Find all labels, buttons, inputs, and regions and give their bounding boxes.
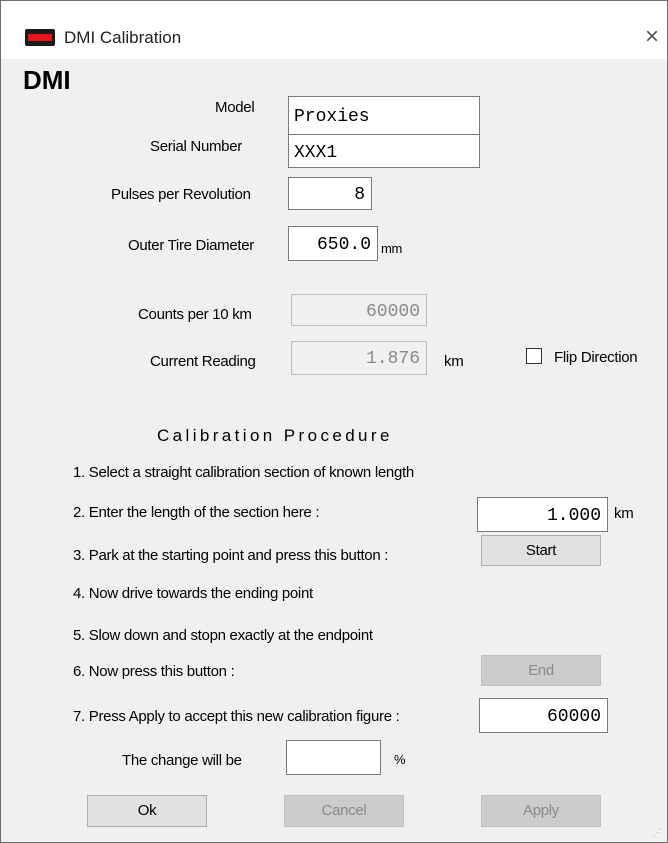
current-reading-label: Current Reading (150, 353, 256, 370)
title-bar: DMI Calibration × (1, 1, 667, 59)
ok-button[interactable]: Ok (87, 795, 207, 827)
outer-tire-diameter-input[interactable]: 650.0 (288, 226, 378, 261)
close-icon[interactable]: × (639, 22, 665, 52)
pulses-per-revolution-input[interactable]: 8 (288, 177, 372, 210)
step-3-text: 3. Park at the starting point and press … (73, 547, 389, 564)
dmi-app-icon (25, 29, 55, 46)
change-percent-field (286, 740, 381, 775)
end-button[interactable]: End (481, 655, 601, 686)
dmi-calibration-window: DMI Calibration × DMI Model Proxies Seri… (0, 0, 668, 843)
resize-grip-icon[interactable]: ⋰ (653, 828, 665, 841)
flip-direction-label[interactable]: Flip Direction (554, 349, 638, 366)
change-label: The change will be (122, 752, 242, 769)
page-title: DMI (23, 65, 71, 95)
step-5-text: 5. Slow down and stopn exactly at the en… (73, 627, 373, 644)
section-length-unit: km (614, 505, 634, 522)
serial-number-input[interactable]: XXX1 (288, 134, 480, 168)
step-7-text: 7. Press Apply to accept this new calibr… (73, 708, 400, 725)
flip-direction-checkbox[interactable] (526, 348, 542, 364)
serial-number-label: Serial Number (150, 138, 242, 155)
model-label: Model (215, 99, 255, 116)
step-4-text: 4. Now drive towards the ending point (73, 585, 313, 602)
tire-unit-label: mm (381, 241, 403, 256)
percent-unit-label: % (394, 752, 406, 767)
start-button[interactable]: Start (481, 535, 601, 566)
counts-per-10km-field: 60000 (291, 294, 427, 326)
cancel-button[interactable]: Cancel (284, 795, 404, 827)
step-6-text: 6. Now press this button : (73, 663, 235, 680)
current-reading-field: 1.876 (291, 341, 427, 375)
new-calibration-input[interactable]: 60000 (479, 698, 608, 733)
outer-tire-diameter-label: Outer Tire Diameter (128, 237, 255, 254)
apply-button[interactable]: Apply (481, 795, 601, 827)
reading-unit-label: km (444, 353, 464, 370)
step-2-text: 2. Enter the length of the section here … (73, 504, 320, 521)
section-length-input[interactable]: 1.000 (477, 497, 608, 532)
window-title: DMI Calibration (64, 28, 182, 47)
pulses-per-revolution-label: Pulses per Revolution (111, 186, 251, 203)
model-input[interactable]: Proxies (288, 96, 480, 135)
step-1-text: 1. Select a straight calibration section… (73, 464, 414, 481)
calibration-procedure-heading: Calibration Procedure (157, 426, 393, 445)
counts-per-10km-label: Counts per 10 km (138, 306, 252, 323)
